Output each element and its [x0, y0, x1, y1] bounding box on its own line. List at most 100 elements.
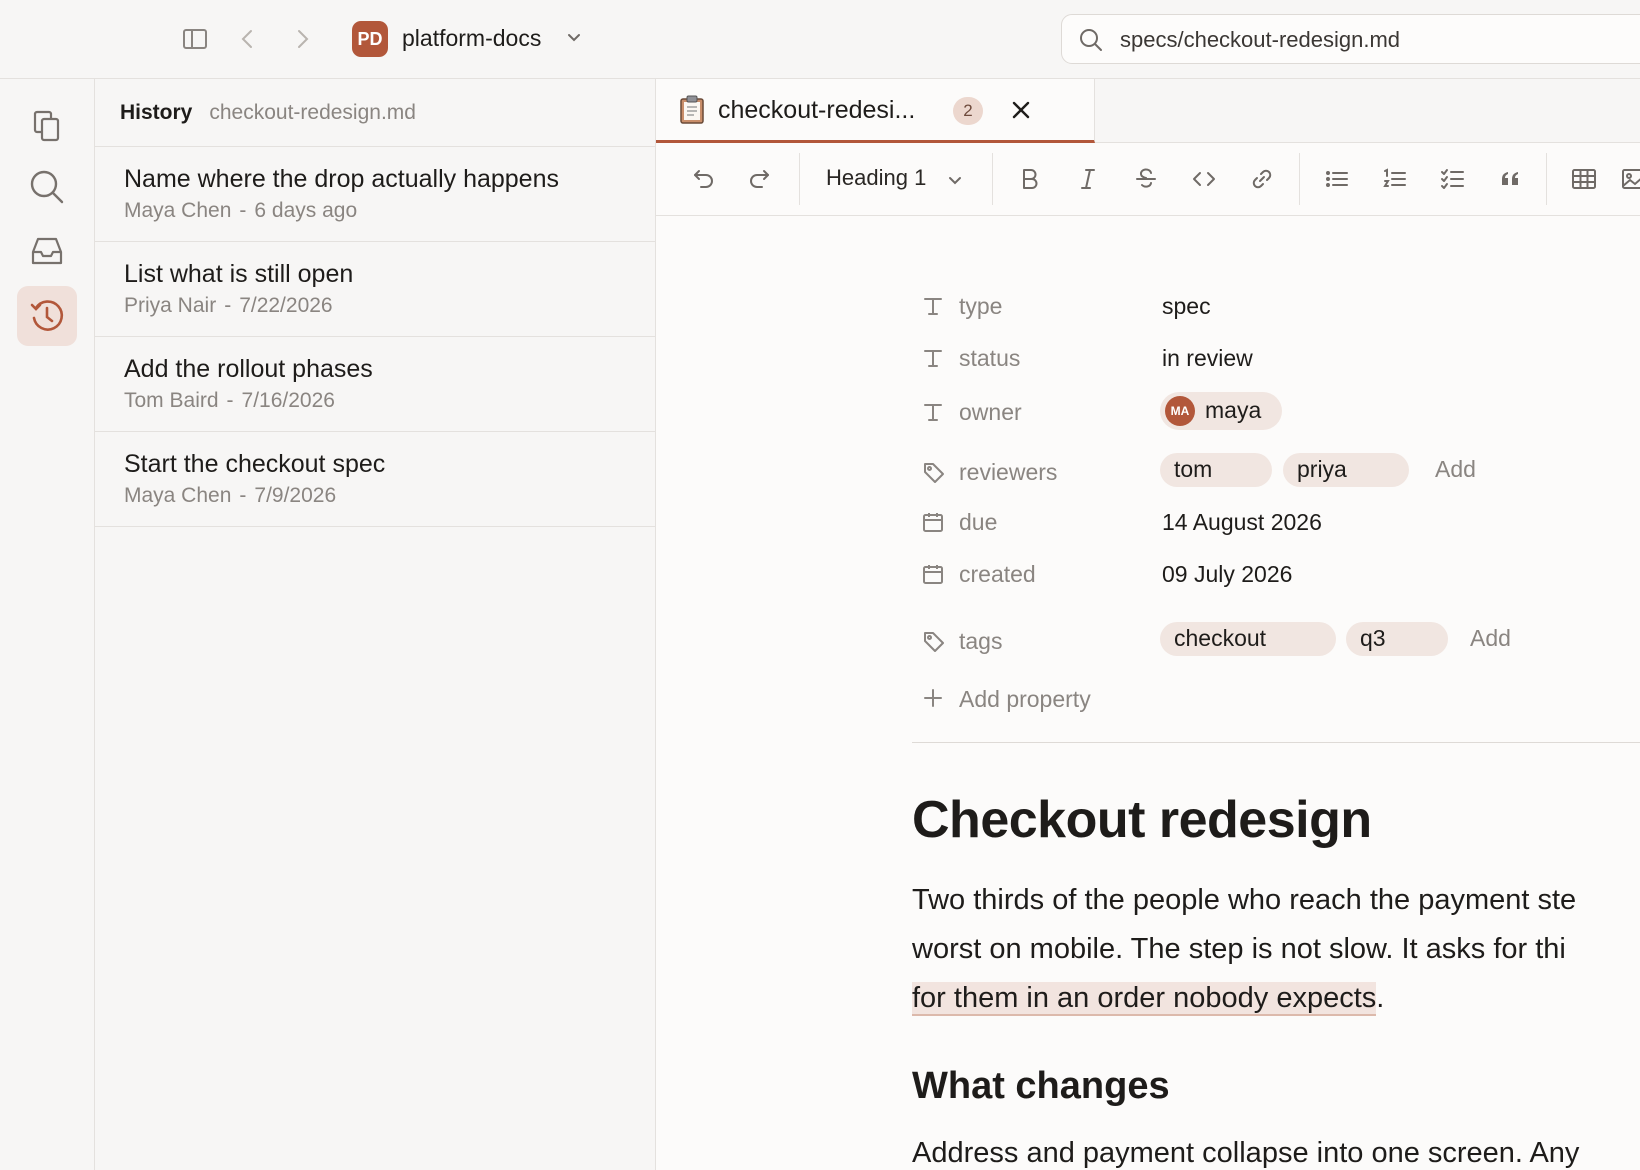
reviewer-chip[interactable]: tom [1160, 453, 1272, 487]
search-box[interactable]: specs/checkout-redesign.md [1061, 14, 1640, 64]
history-title: History [120, 100, 193, 124]
property-reviewers[interactable]: reviewers tom priya Add [912, 453, 1640, 493]
top-bar: PD platform-docs specs/checkout-redesign… [0, 0, 1640, 79]
tab-checkout-redesign[interactable]: checkout-redesi... 2 [656, 79, 1095, 143]
commit-separator: - [224, 294, 232, 317]
section-heading[interactable]: What changes [912, 1065, 1170, 1108]
history-item[interactable]: Start the checkout spec Maya Chen -7/9/20… [95, 432, 655, 527]
add-tag-button[interactable]: Add [1470, 625, 1511, 652]
property-value[interactable]: spec [1162, 293, 1211, 320]
history-item[interactable]: Add the rollout phases Tom Baird -7/16/20… [95, 337, 655, 432]
add-property-button[interactable]: Add property [912, 680, 1312, 720]
text-type-icon [922, 295, 944, 317]
commit-date: 6 days ago [254, 199, 358, 222]
checklist-icon[interactable] [1436, 162, 1470, 196]
paragraph-end: . [1376, 982, 1385, 1014]
inbox-icon[interactable] [17, 221, 77, 281]
property-value[interactable]: 14 August 2026 [1162, 509, 1322, 536]
property-key: tags [959, 628, 1003, 654]
highlighted-text[interactable]: for them in an order nobody expects [912, 982, 1377, 1016]
property-owner[interactable]: owner MA maya [912, 392, 1640, 433]
commit-message: Name where the drop actually happens [124, 165, 559, 193]
commit-author: Tom Baird [124, 389, 219, 412]
property-due[interactable]: due 14 August 2026 [912, 503, 1640, 543]
undo-icon[interactable] [687, 162, 721, 196]
property-key: due [959, 509, 998, 535]
property-tags[interactable]: tags checkout q3 Add [912, 622, 1640, 662]
italic-icon[interactable] [1071, 162, 1105, 196]
table-icon[interactable] [1567, 162, 1601, 196]
add-property-label: Add property [959, 686, 1091, 712]
owner-name: maya [1205, 397, 1262, 423]
commit-separator: - [226, 389, 234, 412]
tag-chip[interactable]: q3 [1346, 622, 1448, 656]
numbered-list-icon[interactable] [1378, 162, 1412, 196]
commit-separator: - [239, 484, 247, 507]
bold-icon[interactable] [1013, 162, 1047, 196]
commit-author: Maya Chen [124, 484, 232, 507]
quote-icon[interactable] [1494, 162, 1528, 196]
commit-date: 7/9/2026 [254, 484, 337, 507]
commit-meta: Priya Nair -7/22/2026 [124, 294, 655, 318]
commit-separator: - [239, 199, 247, 222]
owner-chip[interactable]: MA maya [1160, 392, 1282, 430]
paragraph-line: for them in an order nobody expects. [912, 974, 1640, 1023]
forward-arrow-icon[interactable] [285, 22, 319, 56]
back-arrow-icon[interactable] [231, 22, 265, 56]
tag-chip[interactable]: checkout [1160, 622, 1336, 656]
commit-author: Maya Chen [124, 199, 232, 222]
tab-bar: checkout-redesi... 2 [656, 79, 1640, 143]
calendar-icon [922, 511, 944, 533]
commit-message: List what is still open [124, 260, 354, 288]
property-key: status [959, 345, 1021, 371]
document-title[interactable]: Checkout redesign [912, 790, 1372, 850]
commit-author: Priya Nair [124, 294, 217, 317]
files-icon[interactable] [17, 96, 77, 156]
toolbar-divider [1546, 153, 1547, 205]
document-paragraph[interactable]: Address and payment collapse into one sc… [912, 1137, 1579, 1170]
search-input[interactable]: specs/checkout-redesign.md [1120, 27, 1400, 53]
property-type[interactable]: type spec [912, 287, 1640, 327]
commit-meta: Maya Chen -7/9/2026 [124, 484, 655, 508]
commit-date: 7/22/2026 [239, 294, 333, 317]
chevron-down-icon[interactable] [564, 28, 584, 48]
document-paragraph[interactable]: Two thirds of the people who reach the p… [912, 876, 1640, 1023]
history-item[interactable]: List what is still open Priya Nair -7/22/… [95, 242, 655, 337]
close-icon[interactable] [1008, 97, 1034, 123]
workspace-name[interactable]: platform-docs [402, 25, 541, 52]
tag-icon [922, 461, 946, 485]
history-header: History checkout-redesign.md [95, 79, 655, 147]
strikethrough-icon[interactable] [1129, 162, 1163, 196]
commit-date: 7/16/2026 [241, 389, 335, 412]
calendar-icon [922, 563, 944, 585]
icon-rail [0, 79, 95, 1170]
block-type-label: Heading 1 [826, 165, 927, 190]
paragraph-line: worst on mobile. The step is not slow. I… [912, 933, 1566, 965]
tag-icon [922, 630, 946, 654]
add-reviewer-button[interactable]: Add [1435, 456, 1476, 483]
block-type-select[interactable]: Heading 1 [826, 165, 961, 191]
text-type-icon [922, 347, 944, 369]
property-value[interactable]: in review [1162, 345, 1253, 372]
history-file-name: checkout-redesign.md [209, 100, 416, 124]
bullet-list-icon[interactable] [1320, 162, 1354, 196]
sidebar-toggle-icon[interactable] [178, 22, 212, 56]
property-value[interactable]: 09 July 2026 [1162, 561, 1292, 588]
history-item[interactable]: Name where the drop actually happens May… [95, 147, 655, 242]
image-icon[interactable] [1616, 162, 1640, 196]
search-icon [1078, 27, 1104, 53]
toolbar-divider [799, 153, 800, 205]
property-created[interactable]: created 09 July 2026 [912, 555, 1640, 595]
avatar: MA [1165, 396, 1195, 426]
property-status[interactable]: status in review [912, 339, 1640, 379]
workspace-badge[interactable]: PD [352, 21, 388, 57]
tab-label: checkout-redesi... [718, 96, 916, 124]
link-icon[interactable] [1245, 162, 1279, 196]
property-key: owner [959, 399, 1022, 425]
commit-meta: Tom Baird -7/16/2026 [124, 389, 655, 413]
history-icon[interactable] [17, 286, 77, 346]
search-rail-icon[interactable] [17, 157, 77, 217]
redo-icon[interactable] [742, 162, 776, 196]
reviewer-chip[interactable]: priya [1283, 453, 1409, 487]
code-icon[interactable] [1187, 162, 1221, 196]
